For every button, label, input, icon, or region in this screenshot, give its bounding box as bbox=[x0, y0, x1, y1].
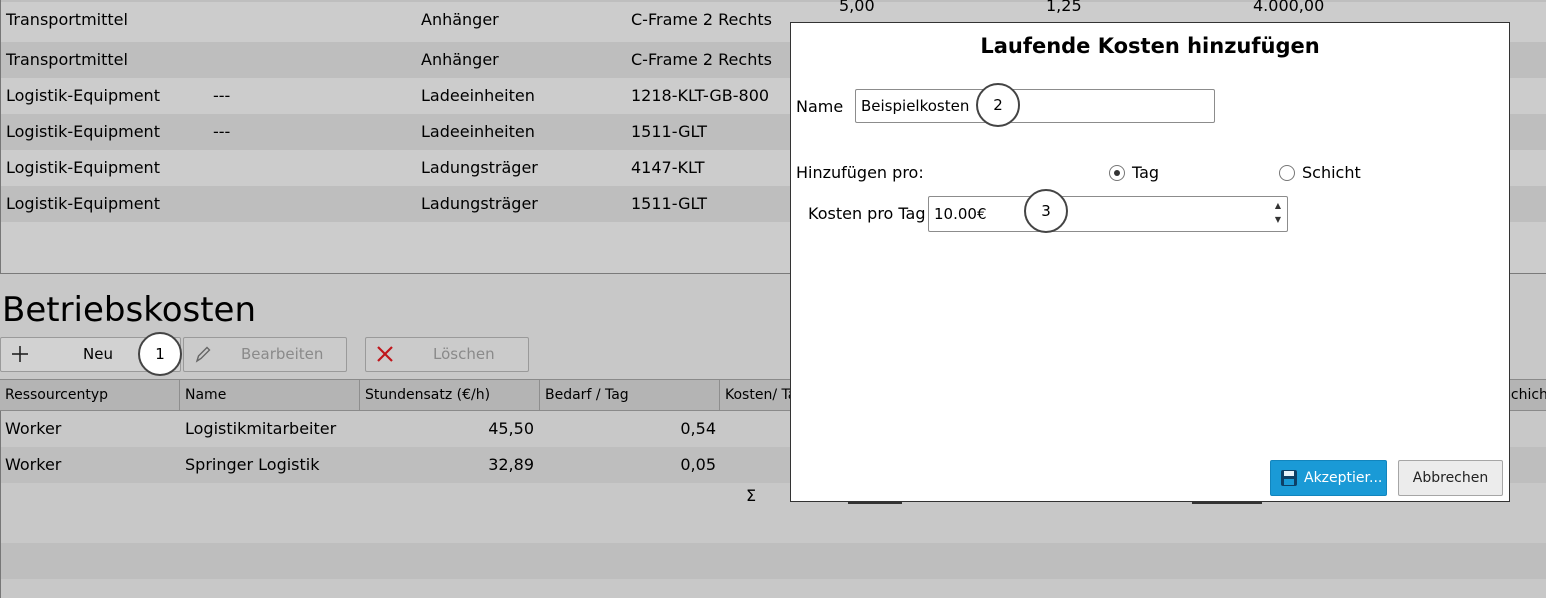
cost-value: 10.00€ bbox=[934, 205, 987, 223]
cost-per-day-label: Kosten pro Tag bbox=[808, 204, 926, 223]
col-name[interactable]: Name bbox=[180, 380, 360, 410]
new-button-label: Neu bbox=[83, 345, 113, 363]
table-left-border bbox=[0, 411, 1, 598]
radio-shift-label[interactable]: Schicht bbox=[1302, 162, 1361, 184]
cell-category: Logistik-Equipment bbox=[6, 122, 160, 141]
cell-demand: 0,54 bbox=[680, 419, 716, 438]
cell-category: Transportmittel bbox=[6, 50, 128, 69]
delete-button-label: Löschen bbox=[433, 345, 495, 363]
pencil-icon bbox=[195, 346, 211, 363]
cell-item: 1218-KLT-GB-800 bbox=[631, 86, 770, 105]
spin-down-icon[interactable]: ▼ bbox=[1273, 214, 1283, 226]
cell-type: Ladungsträger bbox=[421, 194, 538, 213]
cell-resource-type: Worker bbox=[5, 455, 62, 474]
cell-item: C-Frame 2 Rechts bbox=[631, 10, 772, 29]
empty-row bbox=[0, 543, 1546, 579]
callout-2: 2 bbox=[976, 83, 1020, 127]
accept-button-label: Akzeptier... bbox=[1304, 470, 1383, 486]
cell-name: Springer Logistik bbox=[185, 455, 320, 474]
cancel-button-label: Abbrechen bbox=[1412, 470, 1489, 486]
cell-item: 1511-GLT bbox=[631, 194, 707, 213]
cell-name: Logistikmitarbeiter bbox=[185, 419, 337, 438]
col-resource-type[interactable]: Ressourcentyp bbox=[0, 380, 180, 410]
cell-type: Anhänger bbox=[421, 50, 499, 69]
cell-category: Logistik-Equipment bbox=[6, 86, 160, 105]
name-label: Name bbox=[796, 97, 844, 116]
add-per-label: Hinzufügen pro: bbox=[796, 163, 924, 182]
cell-demand: 0,05 bbox=[680, 455, 716, 474]
sum-symbol: Σ bbox=[746, 486, 757, 505]
cell-type: Anhänger bbox=[421, 10, 499, 29]
callout-3: 3 bbox=[1024, 189, 1068, 233]
cancel-button[interactable]: Abbrechen bbox=[1398, 460, 1503, 496]
cell-item: 4147-KLT bbox=[631, 158, 705, 177]
plus-icon bbox=[12, 346, 28, 362]
cell-type: Ladungsträger bbox=[421, 158, 538, 177]
callout-1: 1 bbox=[138, 332, 182, 376]
add-running-costs-dialog: Laufende Kosten hinzufügen Name 2 Hinzuf… bbox=[790, 22, 1510, 502]
cell-item: C-Frame 2 Rechts bbox=[631, 50, 772, 69]
cell-item: 1511-GLT bbox=[631, 122, 707, 141]
radio-day[interactable] bbox=[1109, 165, 1125, 181]
cell-type: Ladeeinheiten bbox=[421, 122, 535, 141]
cell-resource-type: Worker bbox=[5, 419, 62, 438]
cell-value: 5,00 bbox=[839, 0, 875, 15]
cell-hourly-rate: 45,50 bbox=[488, 419, 534, 438]
accept-button[interactable]: Akzeptier... bbox=[1270, 460, 1387, 496]
spin-up-icon[interactable]: ▲ bbox=[1273, 200, 1283, 212]
cell-sub: --- bbox=[213, 122, 231, 141]
edit-button[interactable]: Bearbeiten bbox=[183, 337, 347, 372]
cost-per-day-spinbox[interactable]: 10.00€ ▲ ▼ bbox=[928, 196, 1288, 232]
radio-shift[interactable] bbox=[1279, 165, 1295, 181]
col-demand-day[interactable]: Bedarf / Tag bbox=[540, 380, 720, 410]
delete-button[interactable]: Löschen bbox=[365, 337, 529, 372]
sum-underline bbox=[1192, 502, 1262, 504]
cell-category: Transportmittel bbox=[6, 10, 128, 29]
dialog-title: Laufende Kosten hinzufügen bbox=[980, 34, 1320, 58]
cell-hourly-rate: 32,89 bbox=[488, 455, 534, 474]
radio-day-label[interactable]: Tag bbox=[1132, 162, 1159, 184]
cell-value: 1,25 bbox=[1046, 0, 1082, 15]
col-hourly-rate[interactable]: Stundensatz (€/h) bbox=[360, 380, 540, 410]
name-input[interactable] bbox=[855, 89, 1215, 123]
cell-category: Logistik-Equipment bbox=[6, 194, 160, 213]
edit-button-label: Bearbeiten bbox=[241, 345, 324, 363]
empty-row bbox=[0, 509, 1546, 543]
section-title: Betriebskosten bbox=[2, 290, 257, 330]
save-icon bbox=[1281, 470, 1297, 486]
cell-value: 4.000,00 bbox=[1253, 0, 1325, 15]
sum-underline bbox=[848, 502, 902, 504]
cell-category: Logistik-Equipment bbox=[6, 158, 160, 177]
cell-sub: --- bbox=[213, 86, 231, 105]
delete-x-icon bbox=[377, 346, 393, 362]
cell-type: Ladeeinheiten bbox=[421, 86, 535, 105]
